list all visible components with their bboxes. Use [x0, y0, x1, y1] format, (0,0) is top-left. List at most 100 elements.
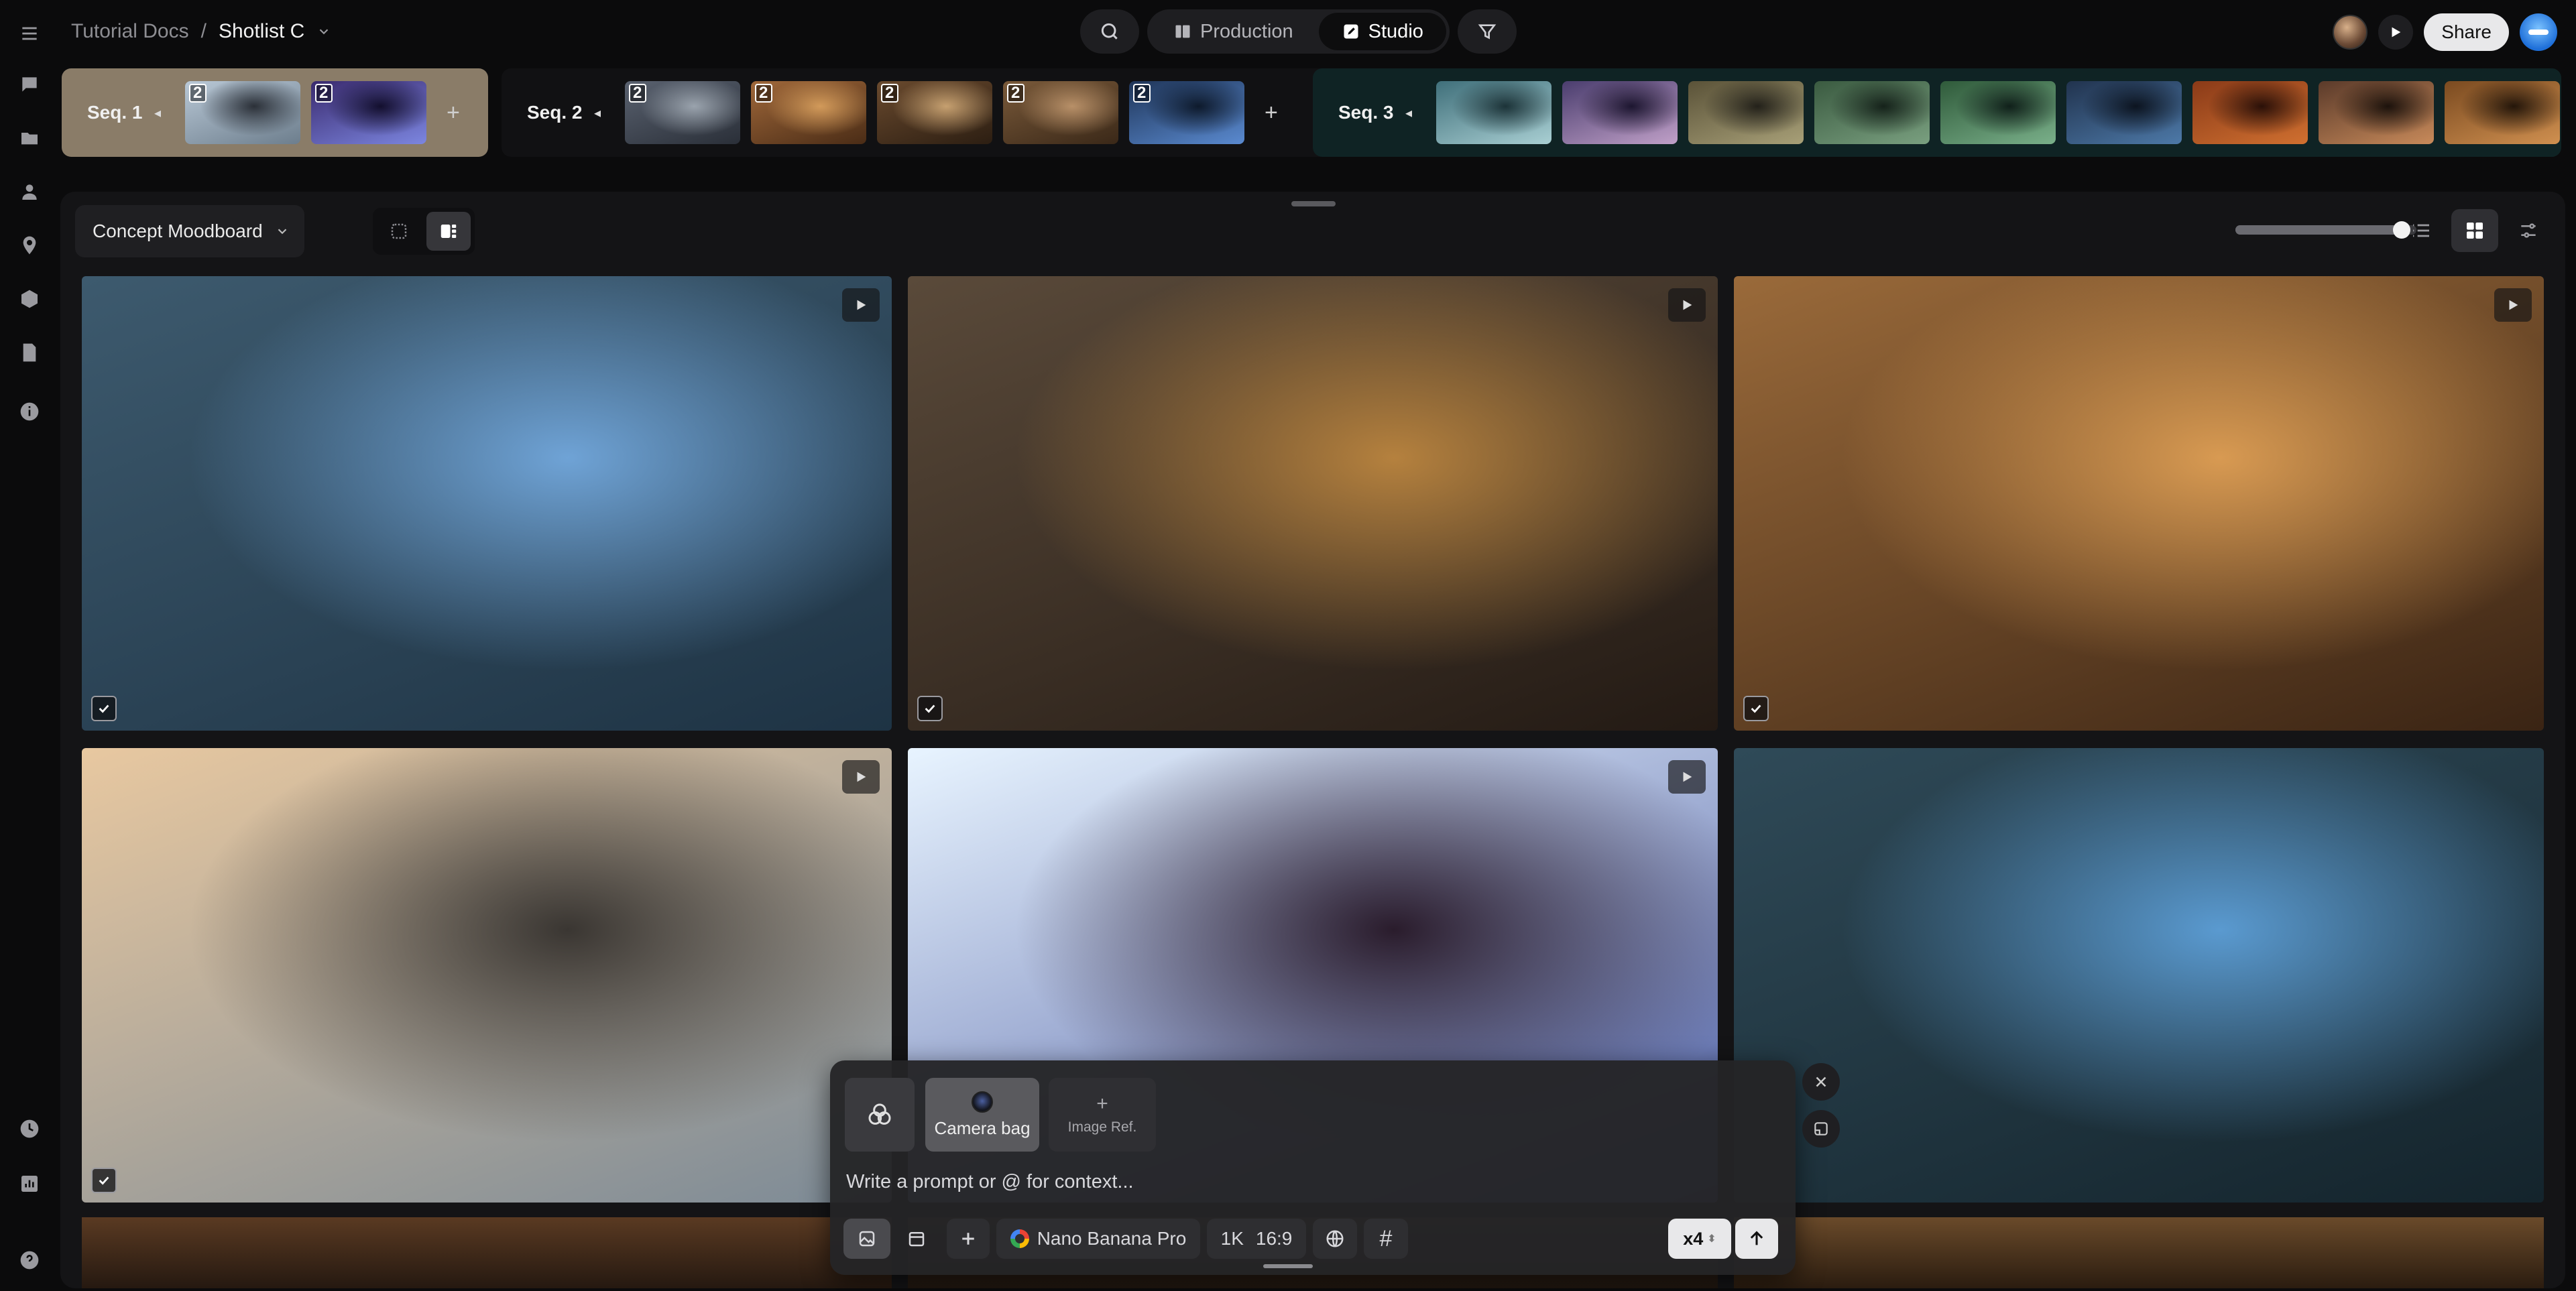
aspect-value: 16:9 [1255, 1228, 1293, 1249]
clock-icon[interactable] [16, 1115, 43, 1142]
play-button[interactable] [2494, 288, 2532, 322]
resolution-aspect-select[interactable]: 1K 16:9 [1207, 1219, 1306, 1259]
collapse-composer-button[interactable] [1802, 1110, 1840, 1148]
language-button[interactable] [1313, 1219, 1357, 1259]
split-mode-button[interactable] [426, 212, 471, 251]
breadcrumb-current[interactable]: Shotlist C [219, 20, 304, 43]
send-arrow-icon [1750, 1231, 1763, 1245]
moodboard-select[interactable]: Concept Moodboard [75, 205, 304, 257]
caret-left-icon[interactable]: ◂ [1405, 105, 1417, 121]
person-icon[interactable] [16, 178, 43, 205]
shot-thumbnail[interactable] [1562, 81, 1678, 144]
shot-thumbnail[interactable] [1814, 81, 1930, 144]
grid-view-icon [2467, 223, 2483, 239]
layout-switcher [2398, 209, 2552, 252]
filter-button[interactable] [1457, 9, 1517, 54]
style-reference-button[interactable] [845, 1078, 915, 1152]
close-composer-button[interactable] [1802, 1063, 1840, 1101]
add-image-ref-button[interactable]: + Image Ref. [1049, 1078, 1156, 1152]
tab-production[interactable]: Production [1151, 13, 1316, 50]
add-shot-button[interactable]: + [447, 100, 460, 126]
search-button[interactable] [1080, 9, 1139, 54]
sequence-3[interactable]: Seq. 3 ◂ [1313, 68, 2561, 157]
mode-toggle: Production Studio [1147, 9, 1450, 54]
help-icon[interactable] [16, 1247, 43, 1274]
caret-left-icon[interactable]: ◂ [154, 105, 166, 121]
panel-drag-handle[interactable] [1291, 201, 1336, 206]
info-icon[interactable] [16, 398, 43, 425]
breadcrumb-parent[interactable]: Tutorial Docs [71, 20, 189, 43]
add-shot-button[interactable]: + [1265, 100, 1278, 126]
play-button[interactable] [842, 288, 880, 322]
prompt-input[interactable] [846, 1166, 1771, 1197]
send-button[interactable] [1735, 1219, 1778, 1259]
zoom-slider[interactable] [2235, 221, 2416, 239]
moodboard-image[interactable] [1734, 276, 2544, 731]
moodboard-image-partial[interactable] [1734, 1217, 2544, 1288]
menu-icon[interactable] [16, 20, 43, 47]
play-button[interactable] [2378, 15, 2414, 50]
caret-left-icon[interactable]: ◂ [594, 105, 606, 121]
select-checkbox[interactable] [1743, 696, 1769, 721]
shot-thumbnail[interactable] [1940, 81, 2056, 144]
document-icon[interactable] [16, 339, 43, 366]
select-checkbox[interactable] [91, 1168, 117, 1193]
image-mode-button[interactable] [843, 1219, 890, 1259]
shot-thumbnail[interactable]: 2 [1129, 81, 1244, 144]
grid-view-button[interactable] [2451, 209, 2498, 252]
tab-studio[interactable]: Studio [1318, 13, 1446, 50]
shot-thumbnail[interactable] [2192, 81, 2308, 144]
shot-thumbnail[interactable]: 2 [877, 81, 992, 144]
select-checkbox[interactable] [917, 696, 943, 721]
sequence-2[interactable]: Seq. 2 ◂ 2 2 2 2 2 + [502, 68, 1330, 157]
sequence-1[interactable]: Seq. 1 ◂ 2 2 + [62, 68, 488, 157]
shot-thumbnail[interactable]: 2 [625, 81, 740, 144]
composer-resize-grip[interactable] [1263, 1264, 1313, 1268]
shot-thumbnail[interactable]: 2 [311, 81, 426, 144]
moodboard-image-partial[interactable] [82, 1217, 892, 1288]
shot-thumbnail[interactable] [1436, 81, 1552, 144]
shot-thumbnail[interactable] [2319, 81, 2434, 144]
check-icon [99, 704, 109, 713]
plus-icon [962, 1233, 974, 1245]
hashtag-button[interactable]: # [1364, 1219, 1408, 1259]
chart-icon[interactable] [16, 1170, 43, 1197]
avatar[interactable] [2333, 15, 2368, 50]
shot-thumbnail[interactable]: 2 [1003, 81, 1118, 144]
share-button[interactable]: Share [2424, 13, 2509, 51]
folder-icon[interactable] [16, 125, 43, 151]
cube-icon[interactable] [16, 286, 43, 312]
canvas-mode-button[interactable] [377, 212, 421, 251]
storyboard-mode-button[interactable] [896, 1219, 937, 1259]
add-context-button[interactable] [947, 1219, 990, 1259]
camera-bag-label: Camera bag [934, 1117, 1031, 1138]
moodboard-image[interactable] [82, 748, 892, 1203]
list-view-button[interactable] [2398, 209, 2445, 252]
shot-thumbnail[interactable] [2445, 81, 2560, 144]
output-count-select[interactable]: x4 ⬍ [1668, 1219, 1731, 1259]
overlapping-circles-icon [868, 1103, 891, 1125]
breadcrumb-separator: / [200, 20, 207, 42]
shot-thumbnail[interactable] [2066, 81, 2182, 144]
output-count-value: x4 [1683, 1228, 1704, 1249]
moodboard-image[interactable] [1734, 748, 2544, 1203]
shot-thumbnail[interactable]: 2 [185, 81, 300, 144]
shot-count-badge: 2 [629, 84, 646, 103]
user-avatar[interactable] [2520, 13, 2557, 51]
location-pin-icon[interactable] [16, 232, 43, 259]
moodboard-image[interactable] [82, 276, 892, 731]
shot-thumbnail[interactable]: 2 [751, 81, 866, 144]
sequence-strip: Seq. 1 ◂ 2 2 + Seq. 2 ◂ 2 2 2 2 2 + Seq.… [58, 66, 2563, 160]
camera-bag-card[interactable]: Camera bag [925, 1078, 1039, 1152]
model-select[interactable]: Nano Banana Pro [996, 1219, 1200, 1259]
select-checkbox[interactable] [91, 696, 117, 721]
moodboard-image[interactable] [908, 276, 1718, 731]
shot-thumbnail[interactable] [1688, 81, 1804, 144]
chevron-down-icon[interactable] [316, 24, 331, 39]
play-button[interactable] [842, 760, 880, 794]
play-button[interactable] [1668, 288, 1706, 322]
play-button[interactable] [1668, 760, 1706, 794]
chat-icon[interactable] [16, 71, 43, 98]
camera-lens-icon [972, 1091, 993, 1113]
view-settings-button[interactable] [2505, 209, 2552, 252]
